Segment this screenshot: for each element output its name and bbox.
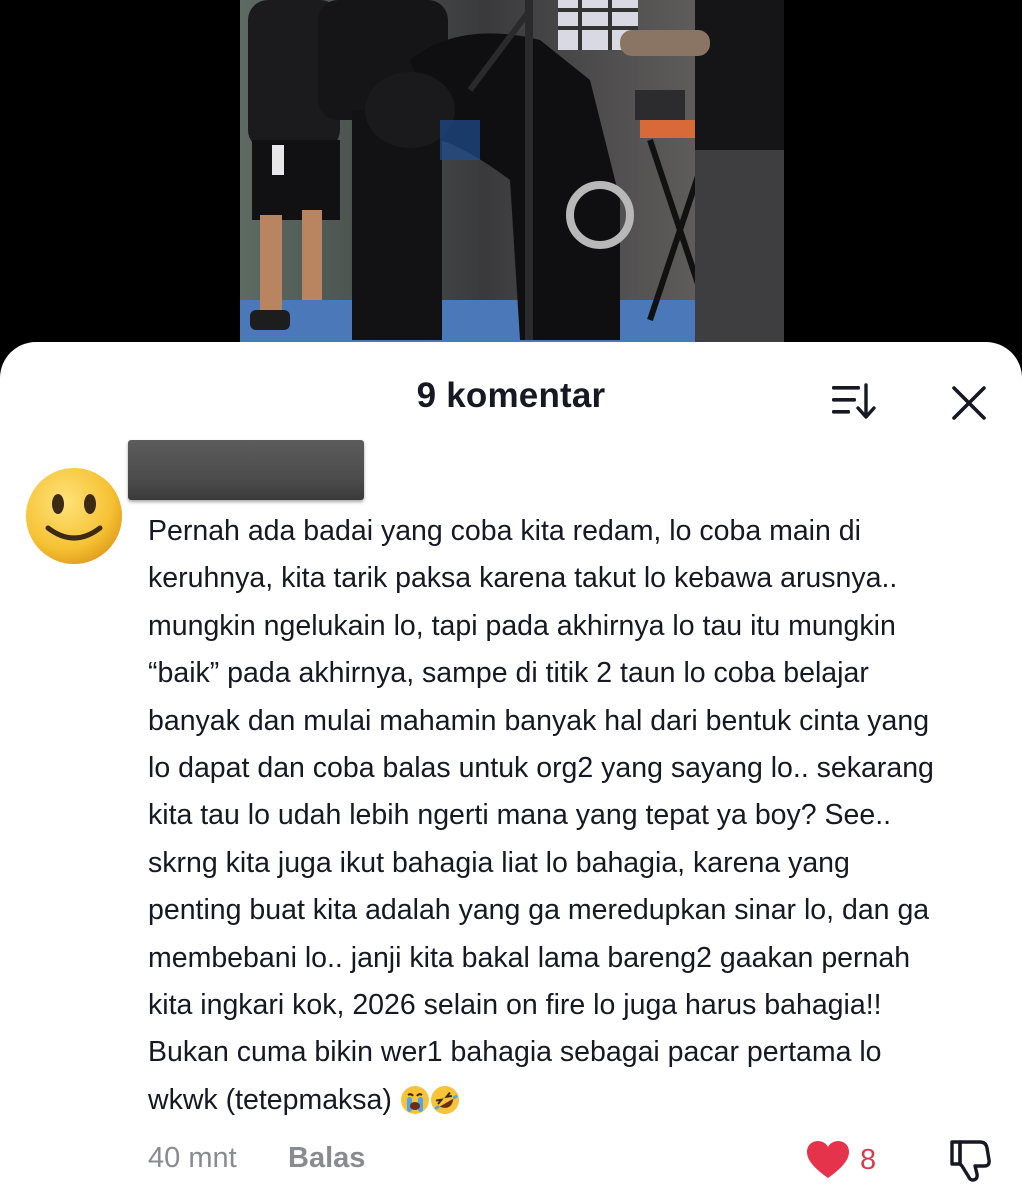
avatar[interactable] [24, 466, 124, 566]
comment-line: banyak dan mulai mahamin banyak hal dari… [148, 704, 930, 737]
heart-icon [807, 1141, 849, 1178]
comment-line: mungkin ngelukain lo, tapi pada akhirnya… [148, 609, 896, 642]
close-button[interactable] [944, 378, 994, 428]
dislike-button[interactable] [946, 1136, 994, 1184]
comment-line: penting buat kita adalah yang ga meredup… [148, 894, 930, 927]
comment-line: keruhnya, kita tarik paksa karena takut … [148, 562, 898, 595]
comments-sheet: 9 komentar Pernah ada badai yang coba ki… [0, 342, 1022, 1200]
comment-meta-row: 40 mnt Balas [148, 1138, 365, 1178]
comment-line: lo dapat dan coba balas untuk org2 yang … [148, 752, 934, 785]
video-frame-image [240, 0, 784, 360]
rofl-emoji-icon [430, 1083, 460, 1130]
comment-text: Pernah ada badai yang coba kita redam, l… [148, 508, 998, 1130]
comment-line: Bukan cuma bikin wer1 bahagia sebagai pa… [148, 1036, 882, 1069]
comment-line: “baik” pada akhirnya, sampe di titik 2 t… [148, 657, 869, 690]
comment-line: kita ingkari kok, 2026 selain on fire lo… [148, 989, 882, 1022]
close-icon [952, 386, 986, 420]
like-button[interactable]: 8 [806, 1138, 876, 1182]
like-count: 8 [860, 1143, 877, 1176]
sort-icon [832, 383, 876, 419]
sort-button[interactable] [826, 380, 882, 424]
screen: 9 komentar Pernah ada badai yang coba ki… [0, 0, 1022, 1200]
sheet-header: 9 komentar [0, 342, 1022, 452]
comment-item: Pernah ada badai yang coba kita redam, l… [0, 438, 1022, 1198]
comment-line: wkwk (tetepmaksa) [148, 1083, 392, 1116]
comment-line: membebani lo.. janji kita bakal lama bar… [148, 941, 911, 974]
comment-line: Pernah ada badai yang coba kita redam, l… [148, 515, 861, 547]
comment-timestamp: 40 mnt [148, 1142, 237, 1174]
video-player[interactable] [240, 0, 784, 360]
reply-button[interactable]: Balas [288, 1138, 365, 1178]
comment-line: skrng kita juga ikut bahagia liat lo bah… [148, 846, 850, 879]
crying-emoji-icon [400, 1083, 430, 1130]
comment-line: kita tau lo udah lebih ngerti mana yang … [148, 799, 892, 832]
thumbs-down-icon [950, 1140, 991, 1182]
smiley-avatar-icon [26, 468, 122, 564]
username-redacted[interactable] [128, 440, 364, 500]
